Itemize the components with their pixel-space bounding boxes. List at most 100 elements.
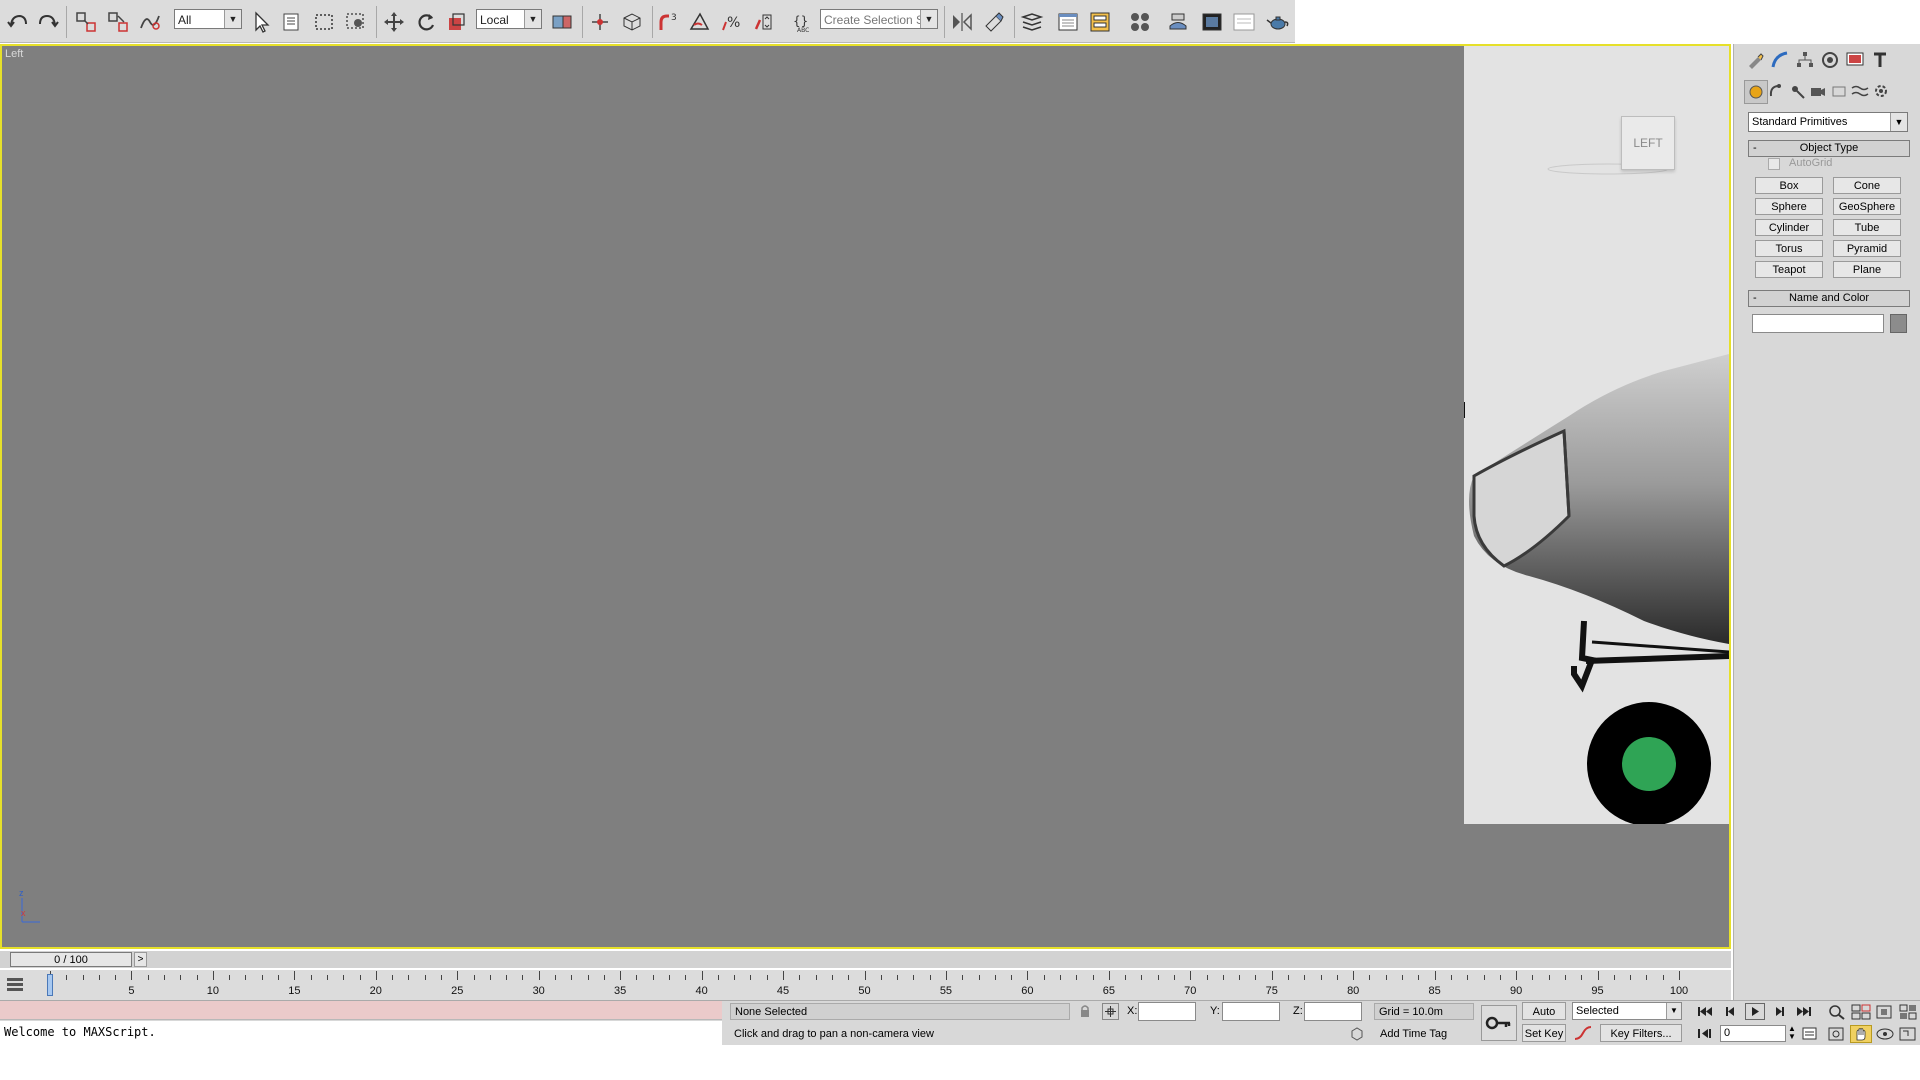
select-and-manipulate-icon[interactable] bbox=[586, 8, 614, 36]
auto-key-button[interactable]: Auto Key bbox=[1522, 1002, 1566, 1036]
primitive-category-dropdown[interactable]: Standard Primitives ▼ bbox=[1748, 112, 1908, 132]
plane-button[interactable]: Plane bbox=[1833, 261, 1901, 278]
trackbar[interactable]: 0510152025303540455055606570758085909510… bbox=[0, 970, 1731, 1000]
zoom-extents-all-icon[interactable] bbox=[1898, 1003, 1918, 1021]
go-to-start-icon[interactable] bbox=[1694, 1003, 1716, 1020]
viewport-left[interactable]: Left LEFT z x bbox=[0, 44, 1731, 949]
cameras-category-icon[interactable] bbox=[1807, 80, 1829, 102]
zoom-extents-icon[interactable] bbox=[1874, 1003, 1896, 1021]
pyramid-button[interactable]: Pyramid bbox=[1833, 240, 1901, 257]
snaps-toggle-icon[interactable]: 3 bbox=[654, 8, 682, 36]
set-key-button[interactable]: Set Key bbox=[1522, 1024, 1566, 1042]
layer-manager-icon[interactable] bbox=[1018, 8, 1046, 36]
absolute-offset-mode-icon[interactable] bbox=[1102, 1003, 1119, 1020]
key-filters-button[interactable]: Key Filters... bbox=[1600, 1024, 1682, 1042]
object-name-input[interactable] bbox=[1752, 314, 1884, 333]
time-slider-thumb[interactable]: 0 / 100 bbox=[10, 952, 132, 967]
pan-view-icon[interactable] bbox=[1850, 1025, 1872, 1043]
helpers-category-icon[interactable] bbox=[1828, 80, 1850, 102]
mirror-icon[interactable] bbox=[948, 8, 976, 36]
material-editor-icon[interactable] bbox=[1126, 8, 1154, 36]
z-coordinate-input[interactable] bbox=[1304, 1002, 1362, 1021]
spinner-snap-toggle-icon[interactable] bbox=[750, 8, 778, 36]
time-configuration-icon[interactable] bbox=[1800, 1025, 1820, 1042]
cylinder-button[interactable]: Cylinder bbox=[1755, 219, 1823, 236]
box-button[interactable]: Box bbox=[1755, 177, 1823, 194]
schematic-view-icon[interactable] bbox=[1086, 8, 1114, 36]
rendered-frame-window-icon[interactable] bbox=[1198, 8, 1226, 36]
keyboard-shortcut-override-icon[interactable] bbox=[618, 8, 646, 36]
redo-icon[interactable] bbox=[34, 8, 62, 36]
maxscript-mini-listener[interactable]: Welcome to MAXScript. bbox=[0, 1021, 722, 1045]
render-production-icon[interactable] bbox=[1230, 8, 1258, 36]
zoom-icon[interactable] bbox=[1826, 1003, 1848, 1021]
object-type-rollout-header[interactable]: - Object Type bbox=[1748, 140, 1910, 157]
key-mode-toggle-icon[interactable] bbox=[1694, 1025, 1716, 1042]
use-pivot-point-center-icon[interactable] bbox=[548, 8, 576, 36]
angle-snap-toggle-icon[interactable] bbox=[686, 8, 714, 36]
select-and-link-icon[interactable] bbox=[72, 8, 100, 36]
default-in-out-tangents-icon[interactable] bbox=[1572, 1024, 1594, 1042]
select-and-scale-icon[interactable] bbox=[442, 8, 470, 36]
percent-snap-toggle-icon[interactable]: % bbox=[718, 8, 746, 36]
unlink-selection-icon[interactable] bbox=[104, 8, 132, 36]
modify-tab-icon[interactable] bbox=[1769, 49, 1791, 71]
viewport-label[interactable]: Left bbox=[5, 48, 23, 60]
edit-named-selection-sets-icon[interactable]: {} ABC bbox=[788, 8, 816, 36]
autogrid-checkbox[interactable] bbox=[1768, 158, 1780, 170]
time-slider[interactable]: 0 / 100 > bbox=[0, 951, 1731, 968]
undo-icon[interactable] bbox=[4, 8, 32, 36]
orbit-icon[interactable] bbox=[1874, 1025, 1896, 1043]
reference-coordinate-dropdown[interactable]: Local ▼ bbox=[476, 9, 542, 29]
spinner-arrows-icon[interactable]: ▲ ▼ bbox=[1788, 1025, 1798, 1042]
maximize-viewport-icon[interactable] bbox=[1898, 1025, 1918, 1043]
sphere-button[interactable]: Sphere bbox=[1755, 198, 1823, 215]
viewcube[interactable]: LEFT bbox=[1621, 116, 1675, 170]
time-tag-icon[interactable] bbox=[1350, 1027, 1364, 1041]
hierarchy-tab-icon[interactable] bbox=[1794, 49, 1816, 71]
go-to-end-icon[interactable] bbox=[1793, 1003, 1815, 1020]
set-keys-key-icon[interactable] bbox=[1481, 1005, 1517, 1041]
maxscript-mini-listener-top[interactable] bbox=[0, 1001, 722, 1020]
geosphere-button[interactable]: GeoSphere bbox=[1833, 198, 1901, 215]
create-tab-icon[interactable] bbox=[1744, 49, 1766, 71]
rectangular-selection-region-icon[interactable] bbox=[310, 8, 338, 36]
select-object-icon[interactable] bbox=[248, 8, 276, 36]
cone-button[interactable]: Cone bbox=[1833, 177, 1901, 194]
previous-frame-icon[interactable] bbox=[1720, 1003, 1742, 1020]
select-by-name-icon[interactable] bbox=[278, 8, 306, 36]
y-coordinate-input[interactable] bbox=[1222, 1002, 1280, 1021]
torus-button[interactable]: Torus bbox=[1755, 240, 1823, 257]
named-selection-set-dropdown[interactable]: Create Selection Set ▼ bbox=[820, 9, 938, 29]
object-color-swatch[interactable] bbox=[1890, 314, 1907, 333]
current-frame-spinner[interactable]: 0 bbox=[1720, 1025, 1786, 1042]
current-frame-marker[interactable] bbox=[47, 974, 53, 996]
curve-editor-icon[interactable] bbox=[1054, 8, 1082, 36]
quick-render-teapot-icon[interactable] bbox=[1264, 8, 1292, 36]
selection-filter-dropdown[interactable]: All ▼ bbox=[174, 9, 242, 29]
lights-category-icon[interactable] bbox=[1786, 80, 1808, 102]
lock-selection-icon[interactable] bbox=[1078, 1004, 1092, 1018]
display-tab-icon[interactable] bbox=[1844, 49, 1866, 71]
align-icon[interactable] bbox=[980, 8, 1008, 36]
add-time-tag[interactable]: Add Time Tag bbox=[1374, 1025, 1474, 1043]
utilities-tab-icon[interactable] bbox=[1869, 49, 1891, 71]
field-of-view-icon[interactable] bbox=[1826, 1025, 1848, 1043]
zoom-all-icon[interactable] bbox=[1850, 1003, 1872, 1021]
window-crossing-icon[interactable] bbox=[342, 8, 370, 36]
teapot-button[interactable]: Teapot bbox=[1755, 261, 1823, 278]
shapes-category-icon[interactable] bbox=[1765, 80, 1787, 102]
select-and-rotate-icon[interactable] bbox=[412, 8, 440, 36]
next-frame-icon[interactable] bbox=[1768, 1003, 1790, 1020]
play-animation-icon[interactable] bbox=[1745, 1003, 1765, 1020]
name-and-color-rollout-header[interactable]: - Name and Color bbox=[1748, 290, 1910, 307]
next-frame-arrow[interactable]: > bbox=[134, 952, 147, 967]
systems-category-icon[interactable] bbox=[1870, 80, 1892, 102]
x-coordinate-input[interactable] bbox=[1138, 1002, 1196, 1021]
key-mode-dropdown[interactable]: Selected ▼ bbox=[1572, 1002, 1682, 1020]
bind-to-space-warp-icon[interactable] bbox=[136, 8, 164, 36]
space-warps-category-icon[interactable] bbox=[1849, 80, 1871, 102]
motion-tab-icon[interactable] bbox=[1819, 49, 1841, 71]
tube-button[interactable]: Tube bbox=[1833, 219, 1901, 236]
select-and-move-icon[interactable] bbox=[380, 8, 408, 36]
